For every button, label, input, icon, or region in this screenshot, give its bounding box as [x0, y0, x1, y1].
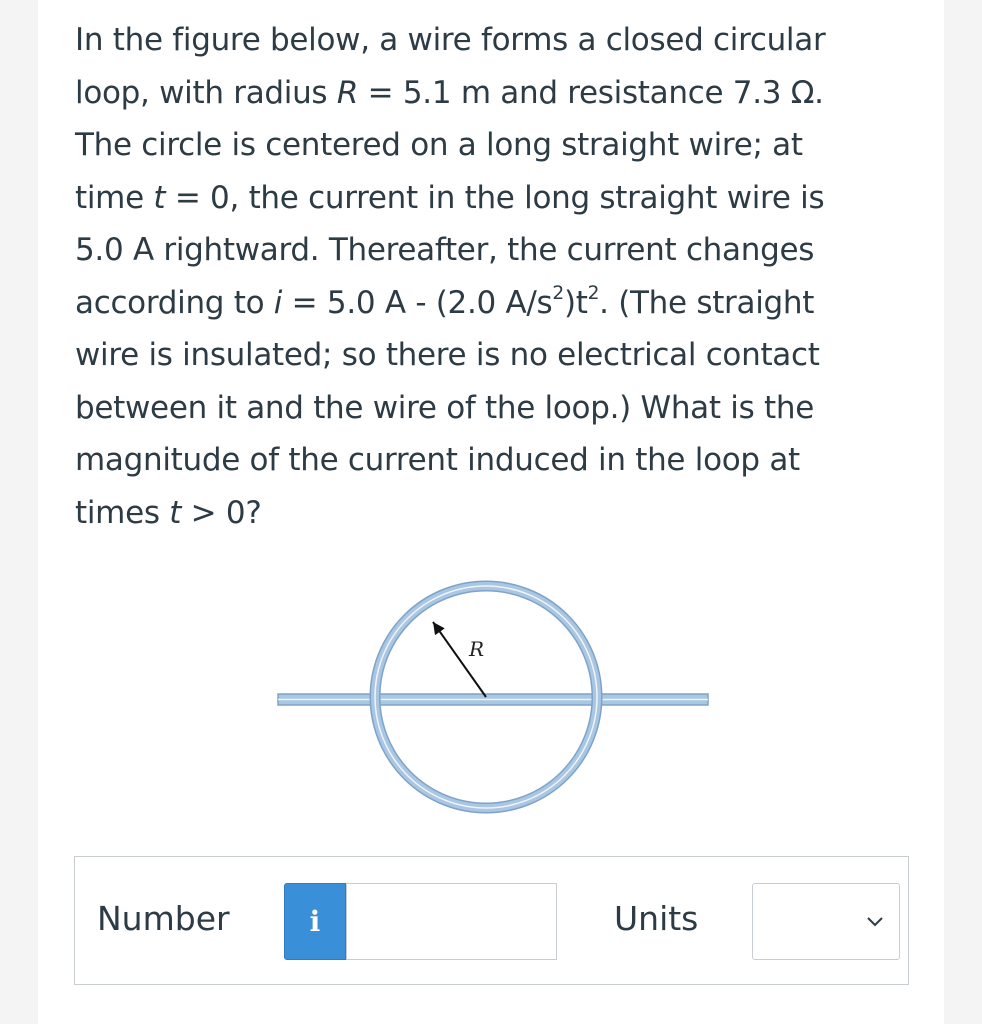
question-line: loop, with radius R = 5.1 m and resistan…: [75, 74, 824, 111]
question-text: In the figure below, a wire forms a clos…: [75, 14, 915, 539]
question-line: according to i = 5.0 A - (2.0 A/s2)t2. (…: [75, 282, 815, 321]
number-input[interactable]: [346, 883, 557, 960]
info-icon[interactable]: i: [284, 883, 346, 960]
loop-wire-figure: R: [277, 580, 709, 814]
units-dropdown[interactable]: [752, 883, 900, 960]
question-line: time t = 0, the current in the long stra…: [75, 179, 825, 216]
question-line: The circle is centered on a long straigh…: [75, 127, 803, 163]
question-line: 5.0 A rightward. Thereafter, the current…: [75, 232, 815, 268]
straight-wire: [277, 693, 709, 706]
radius-label: R: [468, 637, 484, 661]
units-label: Units: [614, 899, 699, 938]
number-label: Number: [97, 899, 230, 938]
info-icon-glyph: i: [309, 905, 321, 938]
question-line: In the figure below, a wire forms a clos…: [75, 22, 826, 58]
question-line: times t > 0?: [75, 494, 262, 531]
question-line: wire is insulated; so there is no electr…: [75, 337, 820, 373]
question-line: magnitude of the current induced in the …: [75, 442, 800, 478]
answer-panel: Number i Units: [74, 856, 909, 985]
chevron-down-icon: [867, 917, 883, 927]
question-line: between it and the wire of the loop.) Wh…: [75, 389, 814, 426]
